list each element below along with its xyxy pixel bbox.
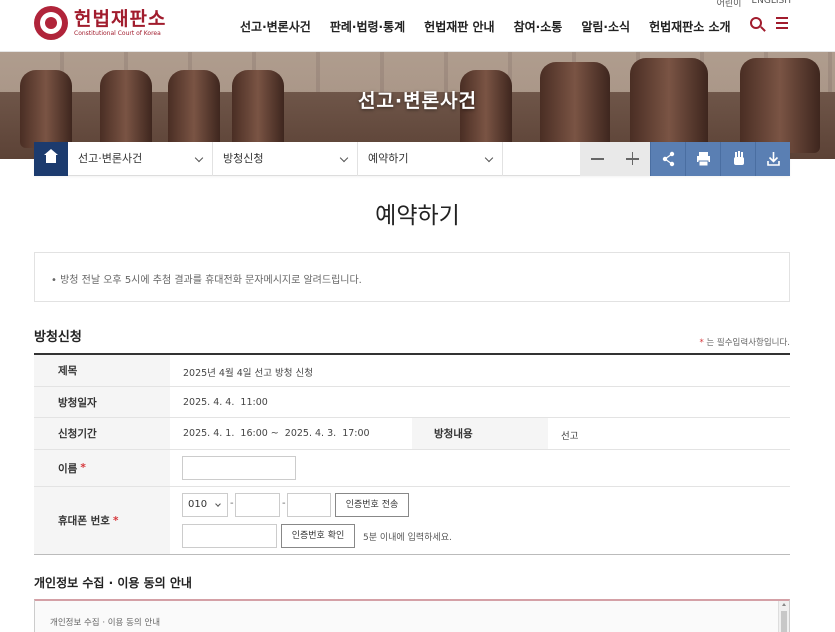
label-phone: 휴대폰 번호 — [58, 515, 110, 527]
breadcrumb-depth3[interactable]: 예약하기 — [358, 142, 503, 176]
search-icon[interactable] — [750, 17, 762, 29]
notice-box: • 방청 전날 오후 5시에 추첨 결과를 휴대전화 문자메시지로 알려드립니다… — [34, 252, 790, 302]
required-note-text: 는 필수입력사항입니다. — [703, 338, 790, 348]
confirm-code-button[interactable]: 인증번호 확인 — [281, 524, 355, 548]
hand-icon — [734, 151, 744, 165]
main-nav: 선고·변론사건 판례·법령·통계 헌법재판 안내 참여·소통 알림·소식 헌법재… — [240, 18, 731, 35]
logo-title: 헌법재판소 — [74, 7, 167, 30]
plus-icon — [626, 153, 639, 164]
code-hint: 5분 이내에 입력하세요. — [363, 533, 452, 543]
required-star: * — [112, 514, 119, 527]
value-date: 2025. 4. 4. 11:00 — [183, 397, 268, 408]
print-button[interactable] — [685, 142, 720, 176]
value-subject: 2025년 4월 4일 선고 방청 신청 — [183, 368, 314, 379]
menu-icon[interactable] — [776, 17, 788, 29]
value-content: 선고 — [561, 431, 579, 442]
privacy-scrollbar[interactable] — [778, 601, 789, 632]
print-icon — [697, 152, 710, 167]
breadcrumb-label: 예약하기 — [368, 152, 409, 165]
value-period: 2025. 4. 1. 16:00 ~ 2025. 4. 3. 17:00 — [183, 428, 370, 439]
nav-item-about[interactable]: 헌법재판소 소개 — [649, 18, 730, 35]
phone-prefix-value: 010 — [188, 499, 208, 510]
court-emblem-icon — [34, 6, 68, 40]
label-subject: 제목 — [58, 365, 78, 377]
share-icon — [662, 151, 675, 167]
privacy-textbox[interactable]: 개인정보 수집 · 이용 동의 안내 — [34, 599, 790, 632]
label-name: 이름 — [58, 462, 78, 475]
name-input[interactable] — [182, 456, 296, 480]
site-header: 헌법재판소 Constitutional Court of Korea 어린이 … — [0, 0, 835, 52]
notice-text: • 방청 전날 오후 5시에 추첨 결과를 휴대전화 문자메시지로 알려드립니다… — [51, 275, 362, 286]
share-button[interactable] — [650, 142, 685, 176]
location-bar: 선고·변론사건 방청신청 예약하기 — [34, 142, 790, 176]
home-icon — [44, 149, 58, 163]
logo-subtitle: Constitutional Court of Korea — [74, 29, 161, 37]
form-row-phone: 휴대폰 번호 * 010 - - 인증번호 전송 인증번호 확인 5분 이내에 입… — [34, 487, 790, 554]
label-period: 신청기간 — [58, 428, 97, 440]
utility-links: 어린이 ENGLISH — [717, 0, 791, 9]
required-note: * 는 필수입력사항입니다. — [699, 336, 790, 348]
form-row-date: 방청일자 2025. 4. 4. 11:00 — [34, 387, 790, 418]
form-row-period: 신청기간 2025. 4. 1. 16:00 ~ 2025. 4. 3. 17:… — [34, 418, 790, 450]
zoom-in-button[interactable] — [615, 142, 650, 176]
breadcrumb-depth2[interactable]: 방청신청 — [213, 142, 358, 176]
minus-icon — [591, 158, 604, 160]
phone-prefix-select[interactable]: 010 — [182, 493, 228, 517]
verification-code-input[interactable] — [182, 524, 277, 548]
application-form: 제목 2025년 4월 4일 선고 방청 신청 방청일자 2025. 4. 4.… — [34, 353, 790, 555]
download-button[interactable] — [755, 142, 790, 176]
send-code-button[interactable]: 인증번호 전송 — [335, 493, 409, 517]
chevron-down-icon — [339, 153, 349, 163]
section-title: 방청신청 — [34, 330, 82, 345]
chevron-down-icon — [194, 153, 204, 163]
label-content: 방청내용 — [434, 428, 473, 440]
phone-last-input[interactable] — [287, 493, 331, 517]
scroll-thumb[interactable] — [781, 611, 787, 632]
page-title: 예약하기 — [375, 203, 460, 229]
privacy-title: 개인정보 수집 · 이용 동의 안내 — [34, 576, 192, 590]
sign-language-button[interactable] — [720, 142, 755, 176]
download-icon — [767, 152, 780, 166]
form-row-name: 이름 * — [34, 450, 790, 487]
banner-title: 선고·변론사건 — [357, 90, 478, 112]
form-row-subject: 제목 2025년 4월 4일 선고 방청 신청 — [34, 355, 790, 387]
zoom-out-button[interactable] — [580, 142, 615, 176]
required-star: * — [80, 462, 86, 474]
breadcrumb-label: 선고·변론사건 — [78, 152, 143, 165]
nav-item-participation[interactable]: 참여·소통 — [514, 18, 563, 35]
site-logo[interactable]: 헌법재판소 Constitutional Court of Korea — [34, 6, 166, 40]
phone-dash: - — [230, 498, 234, 509]
kids-link[interactable]: 어린이 — [717, 0, 742, 9]
phone-middle-input[interactable] — [235, 493, 280, 517]
nav-item-news[interactable]: 알림·소식 — [581, 18, 630, 35]
nav-item-cases[interactable]: 선고·변론사건 — [240, 18, 311, 35]
breadcrumb-depth1[interactable]: 선고·변론사건 — [68, 142, 213, 176]
label-date: 방청일자 — [58, 396, 97, 409]
english-link[interactable]: ENGLISH — [751, 0, 791, 9]
chevron-down-icon — [215, 501, 221, 507]
scroll-up-icon[interactable] — [782, 603, 786, 606]
phone-dash: - — [282, 498, 286, 509]
chevron-down-icon — [484, 153, 494, 163]
breadcrumb-label: 방청신청 — [223, 152, 264, 165]
privacy-text: 개인정보 수집 · 이용 동의 안내 — [50, 618, 161, 628]
nav-item-precedents[interactable]: 판례·법령·통계 — [330, 18, 405, 35]
home-button[interactable] — [34, 142, 68, 176]
nav-item-guide[interactable]: 헌법재판 안내 — [424, 18, 494, 35]
